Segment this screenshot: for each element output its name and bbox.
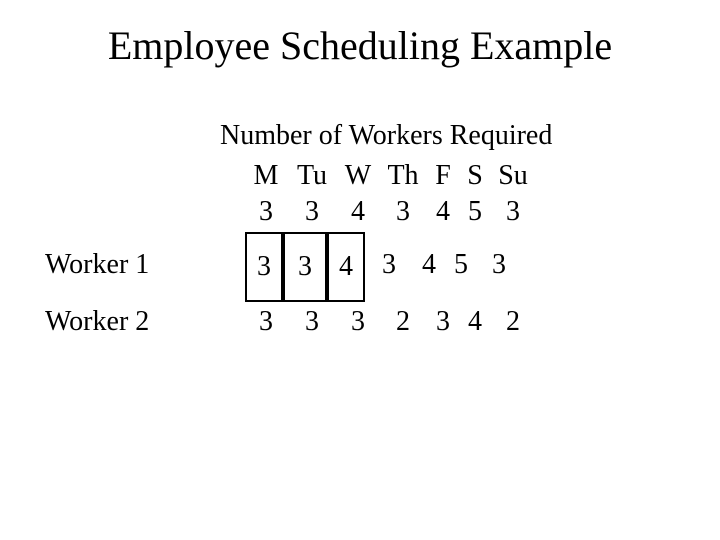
required-su: 3 — [491, 194, 535, 230]
col-header-f: F — [427, 158, 459, 194]
col-header-s: S — [459, 158, 491, 194]
worker2-th: 2 — [379, 304, 427, 340]
col-header-m: M — [245, 158, 287, 194]
col-header-tu: Tu — [287, 158, 337, 194]
required-row: 3343453 — [0, 194, 720, 230]
required-w: 4 — [337, 194, 379, 230]
required-s: 5 — [459, 194, 491, 230]
header-row: MTuWThFSSu — [0, 158, 720, 194]
table-row: Worker 13343453 — [0, 230, 720, 304]
worker1-m: 3 — [245, 232, 283, 302]
table-caption: Number of Workers Required — [220, 120, 552, 152]
worker1-s: 5 — [445, 230, 477, 300]
required-f: 4 — [427, 194, 459, 230]
worker2-su: 2 — [491, 304, 535, 340]
table-row: Worker 23332342 — [0, 304, 720, 340]
page-title: Employee Scheduling Example — [0, 0, 720, 69]
required-tu: 3 — [287, 194, 337, 230]
worker2-tu: 3 — [287, 304, 337, 340]
col-header-th: Th — [379, 158, 427, 194]
worker2-w: 3 — [337, 304, 379, 340]
slide: Employee Scheduling Example Number of Wo… — [0, 0, 720, 540]
worker1-f: 4 — [413, 230, 445, 300]
worker-label: Worker 2 — [0, 304, 245, 340]
col-header-su: Su — [491, 158, 535, 194]
schedule-table: MTuWThFSSu 3343453 Worker 13343453 Worke… — [0, 158, 720, 340]
worker2-s: 4 — [459, 304, 491, 340]
worker2-m: 3 — [245, 304, 287, 340]
worker2-f: 3 — [427, 304, 459, 340]
required-th: 3 — [379, 194, 427, 230]
worker1-su: 3 — [477, 230, 521, 300]
col-header-w: W — [337, 158, 379, 194]
worker1-th: 3 — [365, 230, 413, 300]
worker1-w: 4 — [327, 232, 365, 302]
worker1-tu: 3 — [283, 232, 327, 302]
required-m: 3 — [245, 194, 287, 230]
worker-label: Worker 1 — [0, 230, 245, 300]
